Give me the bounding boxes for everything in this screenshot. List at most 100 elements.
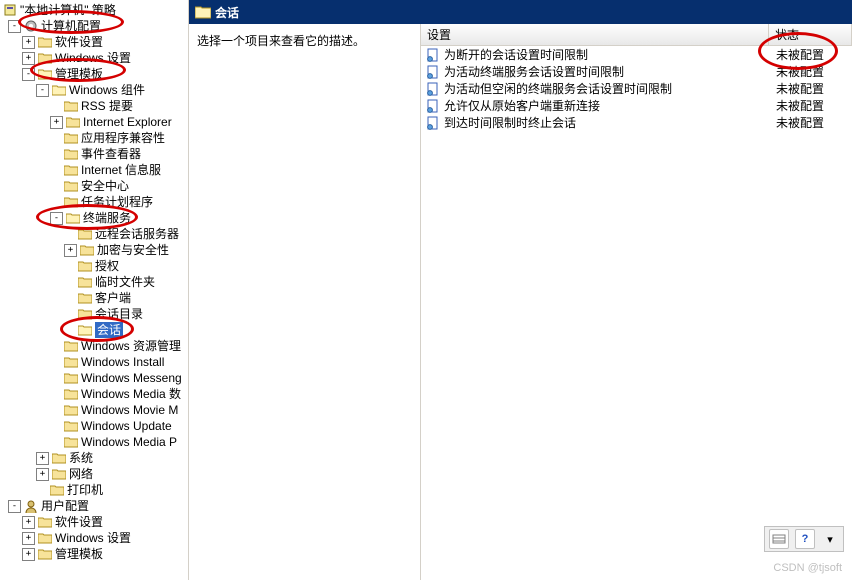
tree-windows-comp[interactable]: - Windows 组件	[2, 82, 188, 98]
list-row[interactable]: 到达时间限制时终止会话未被配置	[421, 114, 852, 131]
folder-icon	[37, 546, 53, 562]
policy-tree[interactable]: "本地计算机" 策略 - 计算机配置 +软件设置 +Windows 设置 -管理…	[0, 0, 188, 564]
col-state[interactable]: 状态	[769, 24, 852, 45]
tree-app-compat[interactable]: 应用程序兼容性	[2, 130, 188, 146]
folder-icon	[63, 130, 79, 146]
collapse-icon[interactable]: -	[8, 20, 21, 33]
expand-icon[interactable]: +	[22, 36, 35, 49]
tree-label: 系统	[69, 450, 93, 466]
folder-open-icon	[65, 210, 81, 226]
tree-printers[interactable]: 打印机	[2, 482, 188, 498]
expand-icon[interactable]: +	[22, 548, 35, 561]
tree-session-selected[interactable]: 会话	[2, 322, 188, 338]
tree-label: Windows 资源管理	[81, 338, 181, 354]
tree-label: 授权	[95, 258, 119, 274]
list-header[interactable]: 设置 状态	[421, 24, 852, 46]
folder-icon	[37, 530, 53, 546]
tree-software-settings[interactable]: + 软件设置	[2, 34, 188, 50]
tree-u-windows[interactable]: +Windows 设置	[2, 530, 188, 546]
expand-icon[interactable]: +	[64, 244, 77, 257]
tree-label: RSS 提要	[81, 98, 133, 114]
tree-label: 用户配置	[41, 498, 89, 514]
tree-encryption[interactable]: + 加密与安全性	[2, 242, 188, 258]
expand-icon[interactable]: +	[36, 452, 49, 465]
folder-icon	[77, 306, 93, 322]
tree-computer-config[interactable]: - 计算机配置	[2, 18, 188, 34]
policy-setting-icon	[425, 115, 441, 131]
watermark: CSDN @tjsoft	[773, 562, 842, 574]
tree-label: 管理模板	[55, 546, 103, 562]
tree-label: 管理模板	[55, 66, 103, 82]
tree-win-media2[interactable]: Windows Media P	[2, 434, 188, 450]
tree-windows-settings[interactable]: + Windows 设置	[2, 50, 188, 66]
folder-open-icon	[37, 66, 53, 82]
tree-system[interactable]: + 系统	[2, 450, 188, 466]
tree-label: Windows Update	[81, 418, 172, 434]
dropdown-button[interactable]: ▾	[821, 530, 839, 548]
collapse-icon[interactable]: -	[22, 68, 35, 81]
tree-win-update[interactable]: Windows Update	[2, 418, 188, 434]
tree-label: Windows 组件	[69, 82, 145, 98]
tree-user-config[interactable]: - 用户配置	[2, 498, 188, 514]
list-row[interactable]: 允许仅从原始客户端重新连接未被配置	[421, 97, 852, 114]
tree-u-software[interactable]: + 软件设置	[2, 514, 188, 530]
tree-remote-svc[interactable]: 远程会话服务器	[2, 226, 188, 242]
tree-label: Windows 设置	[55, 50, 131, 66]
user-icon	[23, 498, 39, 514]
tree-client[interactable]: 客户端	[2, 290, 188, 306]
tree-label: 终端服务	[83, 210, 131, 226]
tree-win-install[interactable]: Windows Install	[2, 354, 188, 370]
folder-icon	[77, 290, 93, 306]
expand-icon[interactable]: +	[22, 52, 35, 65]
tree-label: 打印机	[67, 482, 103, 498]
tree-label: 软件设置	[55, 34, 103, 50]
tree-network[interactable]: +网络	[2, 466, 188, 482]
folder-open-icon	[195, 4, 211, 20]
tree-win-res[interactable]: Windows 资源管理	[2, 338, 188, 354]
tree-label: 会话目录	[95, 306, 143, 322]
tree-auth[interactable]: 授权	[2, 258, 188, 274]
tree-task-sched[interactable]: 任务计划程序	[2, 194, 188, 210]
tree-u-admin[interactable]: + 管理模板	[2, 546, 188, 562]
expand-icon[interactable]: +	[50, 116, 63, 129]
tree-root[interactable]: "本地计算机" 策略	[2, 2, 188, 18]
tree-label: 计算机配置	[41, 18, 101, 34]
folder-icon	[37, 514, 53, 530]
list-row[interactable]: 为活动终端服务会话设置时间限制未被配置	[421, 63, 852, 80]
tree-admin-templates[interactable]: - 管理模板	[2, 66, 188, 82]
list-row[interactable]: 为断开的会话设置时间限制未被配置	[421, 46, 852, 63]
tree-win-media1[interactable]: Windows Media 数	[2, 386, 188, 402]
tree-label: 任务计划程序	[81, 194, 153, 210]
bottom-toolbar: ? ▾	[764, 526, 844, 552]
tree-label: 加密与安全性	[97, 242, 169, 258]
list-row[interactable]: 为活动但空闲的终端服务会话设置时间限制未被配置	[421, 80, 852, 97]
help-button[interactable]: ?	[795, 529, 815, 549]
folder-icon	[77, 258, 93, 274]
tree-win-movie[interactable]: Windows Movie M	[2, 402, 188, 418]
tree-sec-center[interactable]: 安全中心	[2, 178, 188, 194]
tree-session-dir[interactable]: 会话目录	[2, 306, 188, 322]
folder-icon	[77, 274, 93, 290]
collapse-icon[interactable]: -	[36, 84, 49, 97]
collapse-icon[interactable]: -	[50, 212, 63, 225]
tree-ie[interactable]: +Internet Explorer	[2, 114, 188, 130]
setting-label: 为断开的会话设置时间限制	[444, 46, 588, 63]
expand-icon[interactable]: +	[22, 532, 35, 545]
tree-label: 软件设置	[55, 514, 103, 530]
tree-rss[interactable]: RSS 提要	[2, 98, 188, 114]
collapse-icon[interactable]: -	[8, 500, 21, 513]
folder-icon	[37, 50, 53, 66]
expand-icon[interactable]: +	[36, 468, 49, 481]
tree-win-msg[interactable]: Windows Messeng	[2, 370, 188, 386]
tree-inet-info[interactable]: Internet 信息服	[2, 162, 188, 178]
tree-event-viewer[interactable]: 事件查看器	[2, 146, 188, 162]
tree-term-svc[interactable]: - 终端服务	[2, 210, 188, 226]
expand-icon[interactable]: +	[22, 516, 35, 529]
folder-icon	[63, 370, 79, 386]
extended-view-button[interactable]	[769, 529, 789, 549]
folder-open-icon	[51, 82, 67, 98]
tree-temp-folder[interactable]: 临时文件夹	[2, 274, 188, 290]
setting-state: 未被配置	[774, 114, 852, 131]
setting-state: 未被配置	[774, 97, 852, 114]
col-setting[interactable]: 设置	[421, 24, 769, 45]
